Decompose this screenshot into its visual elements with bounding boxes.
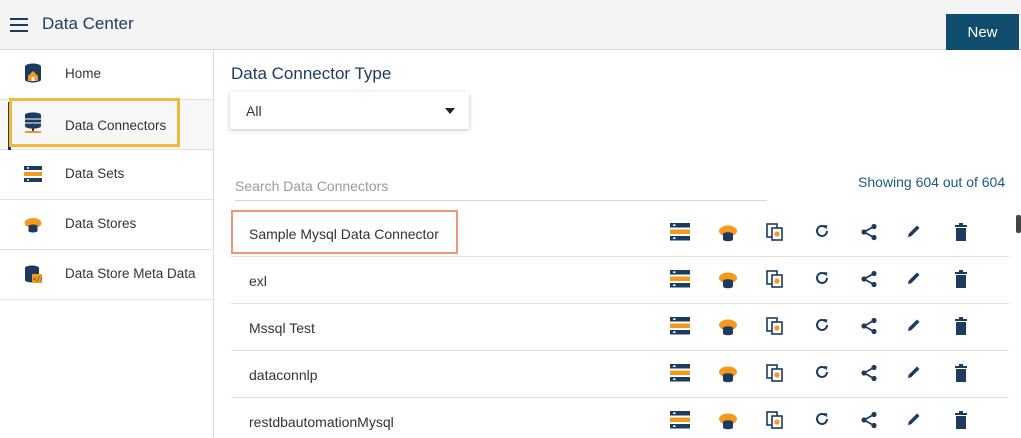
sidebar-item-data-connectors[interactable]: Data Connectors: [0, 100, 213, 150]
app-title: Data Center: [42, 14, 134, 33]
datastore-icon[interactable]: [718, 364, 740, 386]
share-icon[interactable]: [860, 223, 882, 245]
sidebar-item-data-stores[interactable]: Data Stores: [0, 200, 213, 250]
datastore-icon: [24, 216, 42, 236]
connector-name[interactable]: exl: [249, 273, 267, 289]
sidebar-item-label: Data Stores: [65, 216, 137, 231]
refresh-icon[interactable]: [814, 364, 836, 386]
list-item[interactable]: restdbautomationMysql: [231, 398, 1009, 438]
top-bar: Data Center New: [0, 0, 1021, 50]
database-connector-icon: [24, 112, 42, 133]
delete-icon[interactable]: [954, 317, 976, 339]
sidebar-item-label: Data Connectors: [65, 118, 167, 133]
clone-icon[interactable]: [766, 317, 788, 339]
connector-list: Sample Mysql Data Connector exl Mssql Test…: [231, 210, 1009, 438]
dataset-icon[interactable]: [670, 411, 692, 433]
connector-name[interactable]: dataconnlp: [249, 367, 318, 383]
datastore-meta-icon: </>: [24, 265, 44, 285]
section-title: Data Connector Type: [231, 64, 392, 83]
caret-down-icon: [445, 108, 455, 114]
connector-name[interactable]: Sample Mysql Data Connector: [249, 226, 439, 242]
dropdown-selected-value: All: [246, 103, 262, 119]
edit-icon[interactable]: [906, 364, 928, 386]
sidebar-item-label: Home: [65, 66, 102, 81]
home-icon: [24, 63, 42, 83]
delete-icon[interactable]: [954, 411, 976, 433]
dataset-icon: [24, 166, 42, 186]
list-item[interactable]: Sample Mysql Data Connector: [231, 210, 1009, 257]
share-icon[interactable]: [860, 270, 882, 292]
share-icon[interactable]: [860, 364, 882, 386]
delete-icon[interactable]: [954, 364, 976, 386]
edit-icon[interactable]: [906, 411, 928, 433]
svg-text:</>: </>: [33, 276, 42, 283]
refresh-icon[interactable]: [814, 317, 836, 339]
search-input[interactable]: [235, 171, 767, 201]
sidebar: Home Data Connectors Data Sets Data Stor…: [0, 50, 214, 438]
edit-icon[interactable]: [906, 223, 928, 245]
new-button[interactable]: New: [946, 14, 1019, 50]
refresh-icon[interactable]: [814, 223, 836, 245]
edit-icon[interactable]: [906, 317, 928, 339]
share-icon[interactable]: [860, 317, 882, 339]
datastore-icon[interactable]: [718, 223, 740, 245]
clone-icon[interactable]: [766, 270, 788, 292]
connector-type-dropdown[interactable]: All: [230, 92, 469, 129]
main-content: Data Connector Type All Showing 604 out …: [215, 50, 1021, 438]
scrollbar-thumb[interactable]: [1016, 215, 1021, 233]
share-icon[interactable]: [860, 411, 882, 433]
dataset-icon[interactable]: [670, 223, 692, 245]
sidebar-item-data-store-meta-data[interactable]: </> Data Store Meta Data: [0, 250, 213, 300]
result-count: Showing 604 out of 604: [858, 174, 1006, 190]
dataset-icon[interactable]: [670, 317, 692, 339]
clone-icon[interactable]: [766, 223, 788, 245]
delete-icon[interactable]: [954, 270, 976, 292]
sidebar-item-label: Data Sets: [65, 166, 125, 181]
list-item[interactable]: Mssql Test: [231, 304, 1009, 351]
clone-icon[interactable]: [766, 411, 788, 433]
datastore-icon[interactable]: [718, 270, 740, 292]
clone-icon[interactable]: [766, 364, 788, 386]
list-item[interactable]: exl: [231, 257, 1009, 304]
datastore-icon[interactable]: [718, 411, 740, 433]
sidebar-item-data-sets[interactable]: Data Sets: [0, 150, 213, 200]
active-indicator: [8, 102, 11, 150]
dataset-icon[interactable]: [670, 364, 692, 386]
refresh-icon[interactable]: [814, 411, 836, 433]
delete-icon[interactable]: [954, 223, 976, 245]
sidebar-item-home[interactable]: Home: [0, 50, 213, 100]
connector-name[interactable]: restdbautomationMysql: [249, 414, 394, 430]
sidebar-item-label: Data Store Meta Data: [65, 266, 196, 281]
connector-name[interactable]: Mssql Test: [249, 320, 315, 336]
dataset-icon[interactable]: [670, 270, 692, 292]
datastore-icon[interactable]: [718, 317, 740, 339]
list-item[interactable]: dataconnlp: [231, 351, 1009, 398]
hamburger-menu-icon[interactable]: [10, 18, 28, 32]
refresh-icon[interactable]: [814, 270, 836, 292]
edit-icon[interactable]: [906, 270, 928, 292]
